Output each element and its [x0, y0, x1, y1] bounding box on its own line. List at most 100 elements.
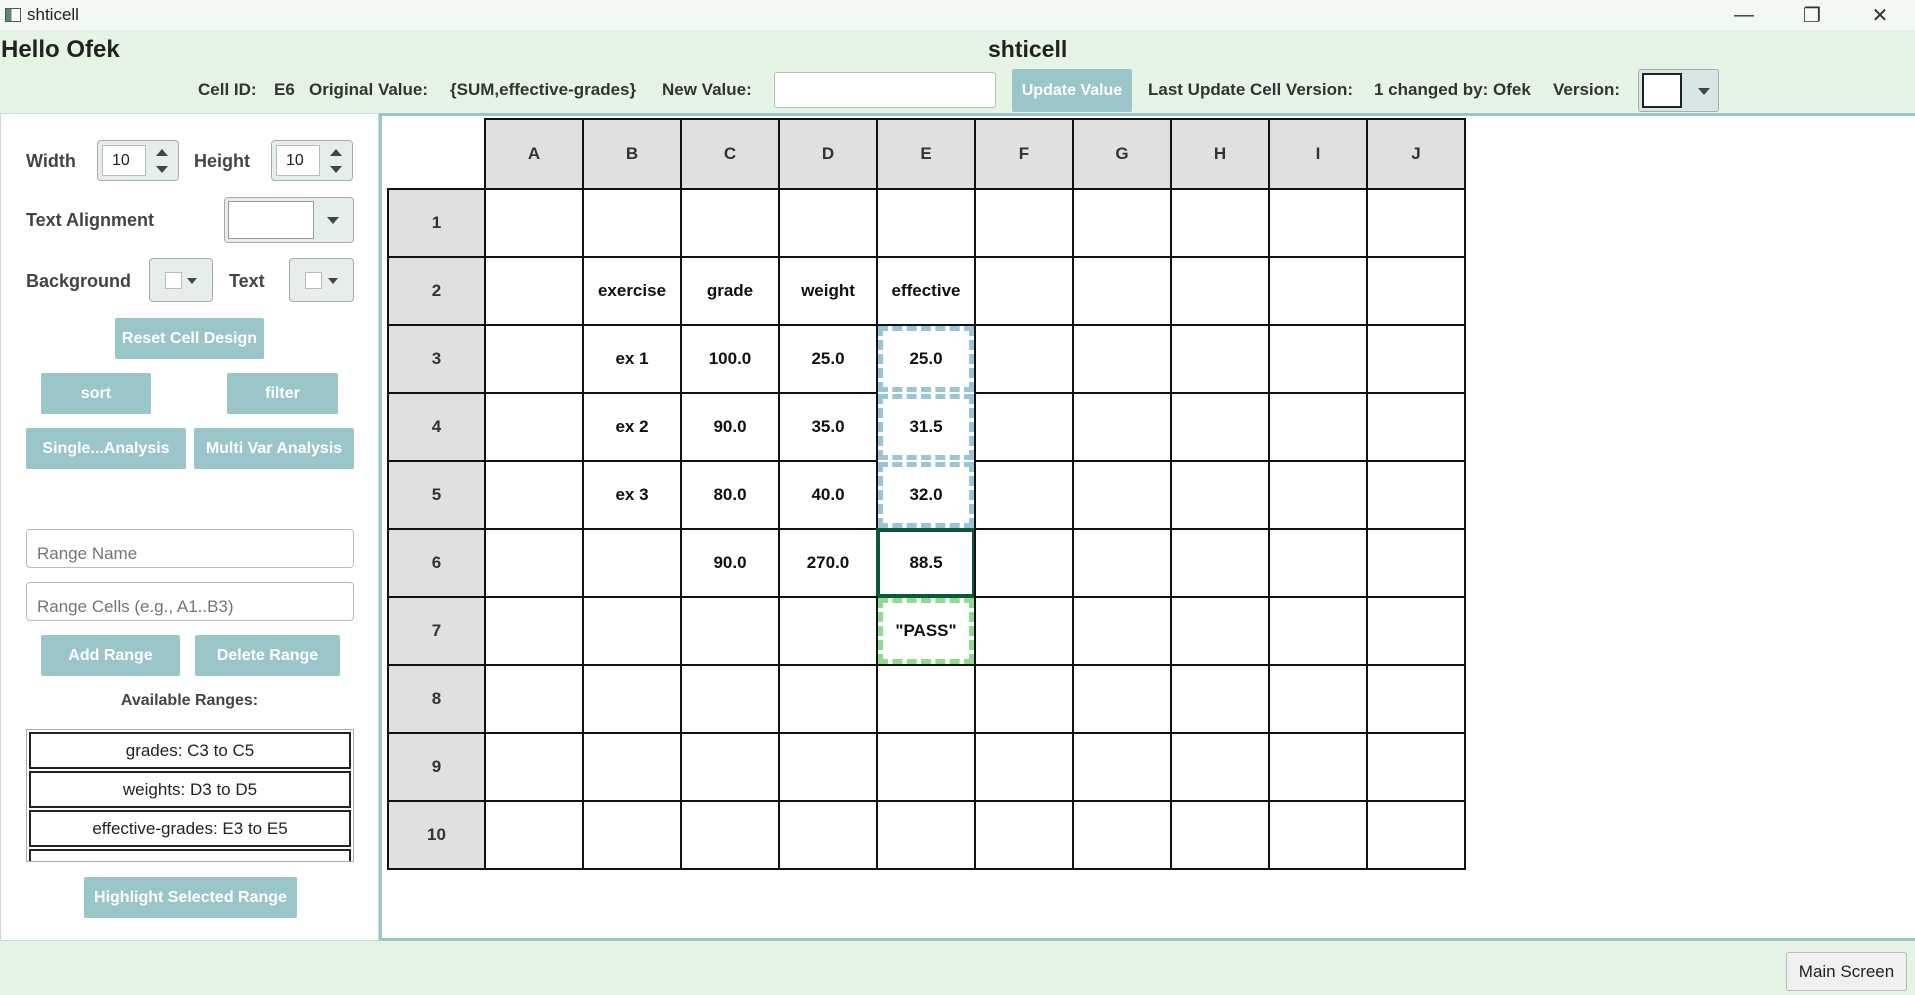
column-header-b[interactable]: B	[582, 118, 682, 190]
cell-g2[interactable]	[1072, 256, 1172, 326]
decrement-icon[interactable]	[156, 166, 168, 173]
column-header-h[interactable]: H	[1170, 118, 1270, 190]
cell-c4[interactable]: 90.0	[680, 392, 780, 462]
column-header-d[interactable]: D	[778, 118, 878, 190]
height-spinner[interactable]: 10	[271, 140, 353, 181]
cell-a7[interactable]	[484, 596, 584, 666]
cell-d2[interactable]: weight	[778, 256, 878, 326]
cell-d5[interactable]: 40.0	[778, 460, 878, 530]
cell-e6[interactable]: 88.5	[876, 528, 976, 598]
column-header-j[interactable]: J	[1366, 118, 1466, 190]
cell-g9[interactable]	[1072, 732, 1172, 802]
cell-f10[interactable]	[974, 800, 1074, 870]
filter-button[interactable]: filter	[227, 373, 338, 414]
cell-j2[interactable]	[1366, 256, 1466, 326]
height-value[interactable]: 10	[276, 145, 320, 176]
cell-b1[interactable]	[582, 188, 682, 258]
cell-h5[interactable]	[1170, 460, 1270, 530]
cell-j4[interactable]	[1366, 392, 1466, 462]
row-header-10[interactable]: 10	[387, 800, 486, 870]
cell-f1[interactable]	[974, 188, 1074, 258]
cell-a5[interactable]	[484, 460, 584, 530]
cell-h4[interactable]	[1170, 392, 1270, 462]
cell-a1[interactable]	[484, 188, 584, 258]
column-header-g[interactable]: G	[1072, 118, 1172, 190]
cell-f2[interactable]	[974, 256, 1074, 326]
cell-b4[interactable]: ex 2	[582, 392, 682, 462]
maximize-button[interactable]: ❐	[1778, 0, 1846, 30]
cell-b5[interactable]: ex 3	[582, 460, 682, 530]
cell-e8[interactable]	[876, 664, 976, 734]
cell-h3[interactable]	[1170, 324, 1270, 394]
list-item[interactable]: weights: D3 to D5	[29, 771, 351, 808]
cell-c6[interactable]: 90.0	[680, 528, 780, 598]
decrement-icon[interactable]	[330, 166, 342, 173]
cell-b7[interactable]	[582, 596, 682, 666]
cell-h6[interactable]	[1170, 528, 1270, 598]
row-header-4[interactable]: 4	[387, 392, 486, 462]
cell-i3[interactable]	[1268, 324, 1368, 394]
single-analysis-button[interactable]: Single...Analysis	[26, 428, 186, 469]
cell-h1[interactable]	[1170, 188, 1270, 258]
row-header-7[interactable]: 7	[387, 596, 486, 666]
close-button[interactable]: ✕	[1846, 0, 1914, 30]
width-value[interactable]: 10	[102, 145, 146, 176]
list-item[interactable]: grades: C3 to C5	[29, 732, 351, 769]
column-header-a[interactable]: A	[484, 118, 584, 190]
cell-g5[interactable]	[1072, 460, 1172, 530]
cell-b3[interactable]: ex 1	[582, 324, 682, 394]
cell-g6[interactable]	[1072, 528, 1172, 598]
column-header-f[interactable]: F	[974, 118, 1074, 190]
cell-h10[interactable]	[1170, 800, 1270, 870]
width-spinner[interactable]: 10	[97, 140, 179, 181]
cell-a10[interactable]	[484, 800, 584, 870]
row-header-6[interactable]: 6	[387, 528, 486, 598]
cell-g1[interactable]	[1072, 188, 1172, 258]
add-range-button[interactable]: Add Range	[41, 635, 180, 676]
cell-f9[interactable]	[974, 732, 1074, 802]
column-header-i[interactable]: I	[1268, 118, 1368, 190]
list-item-empty[interactable]	[29, 849, 351, 861]
cell-j3[interactable]	[1366, 324, 1466, 394]
cell-g7[interactable]	[1072, 596, 1172, 666]
cell-i10[interactable]	[1268, 800, 1368, 870]
cell-i5[interactable]	[1268, 460, 1368, 530]
cell-j8[interactable]	[1366, 664, 1466, 734]
row-header-1[interactable]: 1	[387, 188, 486, 258]
cell-e7[interactable]: "PASS"	[878, 598, 974, 664]
minimize-button[interactable]: —	[1710, 0, 1778, 30]
cell-d9[interactable]	[778, 732, 878, 802]
row-header-8[interactable]: 8	[387, 664, 486, 734]
cell-i7[interactable]	[1268, 596, 1368, 666]
cell-a9[interactable]	[484, 732, 584, 802]
cell-c2[interactable]: grade	[680, 256, 780, 326]
cell-e2[interactable]: effective	[876, 256, 976, 326]
increment-icon[interactable]	[330, 149, 342, 156]
row-header-3[interactable]: 3	[387, 324, 486, 394]
sort-button[interactable]: sort	[41, 373, 151, 414]
cell-j9[interactable]	[1366, 732, 1466, 802]
cell-d1[interactable]	[778, 188, 878, 258]
cell-j7[interactable]	[1366, 596, 1466, 666]
cell-a2[interactable]	[484, 256, 584, 326]
cell-e5[interactable]: 32.0	[878, 462, 974, 528]
cell-f4[interactable]	[974, 392, 1074, 462]
range-name-input[interactable]	[26, 529, 354, 568]
cell-b9[interactable]	[582, 732, 682, 802]
delete-range-button[interactable]: Delete Range	[195, 635, 340, 676]
cell-b6[interactable]	[582, 528, 682, 598]
cell-b8[interactable]	[582, 664, 682, 734]
cell-d6[interactable]: 270.0	[778, 528, 878, 598]
update-value-button[interactable]: Update Value	[1012, 69, 1132, 112]
background-color-picker[interactable]	[149, 258, 213, 302]
cell-g8[interactable]	[1072, 664, 1172, 734]
text-alignment-select[interactable]	[224, 197, 354, 243]
column-header-c[interactable]: C	[680, 118, 780, 190]
cell-i1[interactable]	[1268, 188, 1368, 258]
text-color-picker[interactable]	[289, 258, 354, 302]
cell-c5[interactable]: 80.0	[680, 460, 780, 530]
cell-f7[interactable]	[974, 596, 1074, 666]
cell-d7[interactable]	[778, 596, 878, 666]
cell-j10[interactable]	[1366, 800, 1466, 870]
multi-var-analysis-button[interactable]: Multi Var Analysis	[194, 428, 354, 469]
